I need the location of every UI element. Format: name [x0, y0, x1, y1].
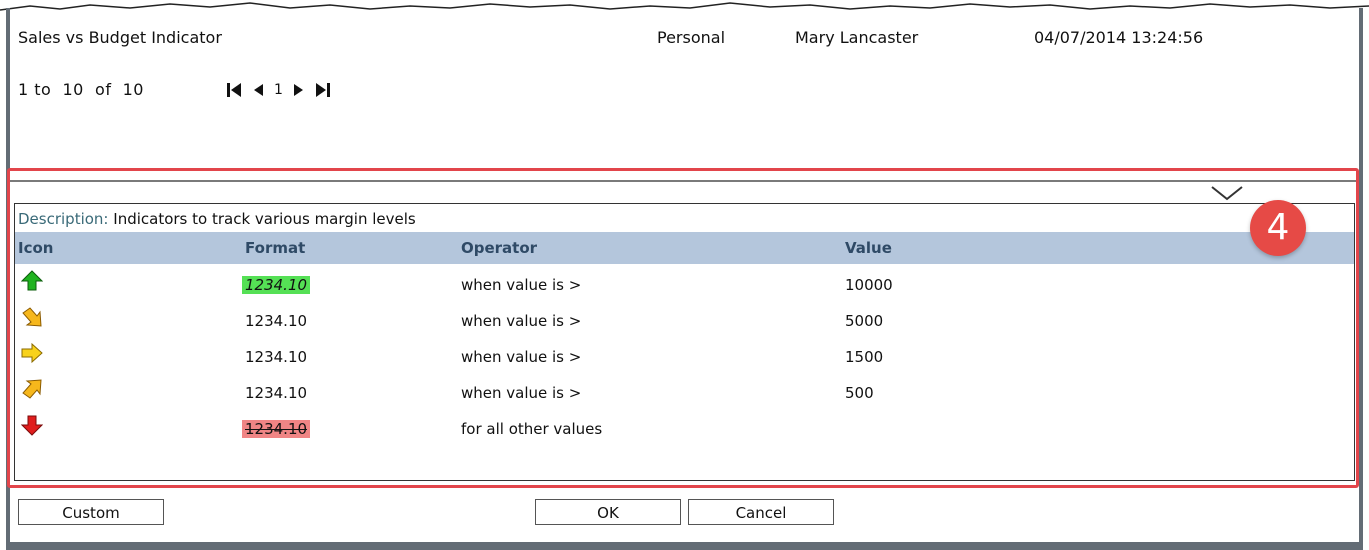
scope-label: Personal [657, 28, 726, 47]
description: Description: Indicators to track various… [18, 210, 416, 228]
operator-text: when value is > [461, 312, 582, 330]
cancel-button[interactable]: Cancel [688, 499, 834, 525]
operator-text: when value is > [461, 348, 582, 366]
value-text: 5000 [845, 312, 884, 330]
description-text: Indicators to track various margin level… [113, 210, 416, 228]
table-row: 1234.10 when value is > 5000 [15, 304, 1354, 340]
column-icon: Icon [18, 239, 54, 257]
last-page-icon[interactable] [315, 82, 331, 98]
yellow-right-arrow-icon [21, 342, 43, 364]
table-row: 1234.10 when value is > 1500 [15, 340, 1354, 376]
value-text: 1500 [845, 348, 884, 366]
green-up-arrow-icon [21, 270, 43, 291]
table-row: 1234.10 when value is > 500 [15, 376, 1354, 412]
format-sample: 1234.10 [245, 312, 308, 330]
user-name: Mary Lancaster [795, 28, 919, 47]
format-sample: 1234.10 [245, 384, 308, 402]
ok-button[interactable]: OK [535, 499, 681, 525]
format-sample: 1234.10 [242, 276, 311, 294]
section-divider [10, 180, 1359, 182]
timestamp: 04/07/2014 13:24:56 [1034, 28, 1204, 47]
pager-controls: 1 [226, 80, 331, 100]
value-text: 10000 [845, 276, 893, 294]
format-sample: 1234.10 [242, 420, 311, 438]
format-sample: 1234.10 [245, 348, 308, 366]
table-row: 1234.10 for all other values [15, 412, 1354, 448]
current-page-number: 1 [274, 82, 283, 98]
custom-button[interactable]: Custom [18, 499, 164, 525]
operator-text: for all other values [461, 420, 603, 438]
red-down-arrow-icon [21, 415, 43, 436]
table-header: Icon Format Operator Value [15, 232, 1354, 264]
pager-range: 1 to 10 of 10 [18, 80, 144, 99]
table-row: 1234.10 when value is > 10000 [15, 268, 1354, 304]
chevron-down-icon[interactable] [1210, 185, 1244, 201]
orange-down-right-arrow-icon [22, 307, 42, 327]
callout-badge: 4 [1250, 200, 1306, 256]
indicator-panel: Description: Indicators to track various… [14, 203, 1355, 481]
operator-text: when value is > [461, 276, 582, 294]
report-title: Sales vs Budget Indicator [18, 28, 222, 47]
window-bottom-border [6, 542, 1363, 550]
description-label: Description: [18, 210, 109, 228]
next-page-icon[interactable] [293, 82, 305, 98]
value-text: 500 [845, 384, 874, 402]
window-right-border [1359, 8, 1363, 550]
orange-up-right-arrow-icon [22, 379, 42, 399]
operator-text: when value is > [461, 384, 582, 402]
previous-page-icon[interactable] [252, 82, 264, 98]
window-left-border [6, 8, 10, 550]
column-format: Format [245, 239, 306, 257]
first-page-icon[interactable] [226, 82, 242, 98]
column-value: Value [845, 239, 892, 257]
column-operator: Operator [461, 239, 538, 257]
torn-paper-edge [0, 2, 1369, 11]
